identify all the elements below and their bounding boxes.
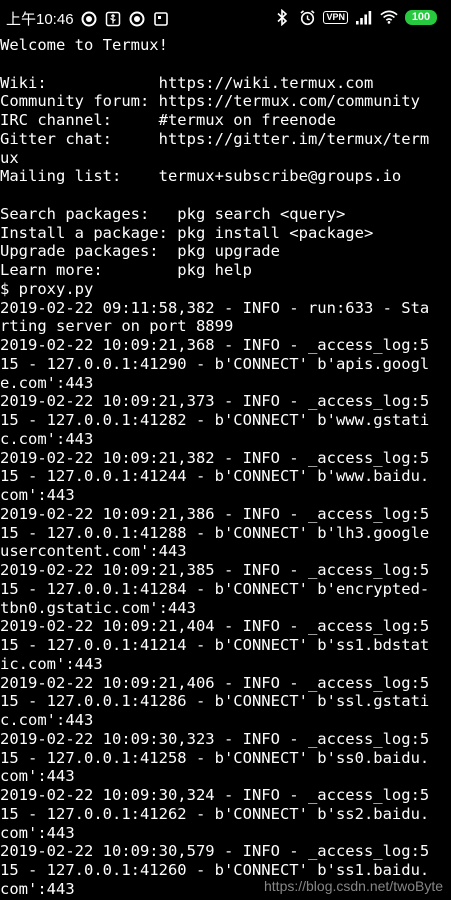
terminal-line: e.com':443: [0, 373, 94, 392]
terminal-line: 2019-02-22 10:09:21,386 - INFO - _access…: [0, 504, 430, 523]
signal-icon: [355, 8, 373, 26]
terminal-line: c.com':443: [0, 711, 94, 729]
terminal-line: 2019-02-22 10:09:30,579 - INFO - _access…: [0, 842, 430, 861]
terminal-line: ic.com':443: [0, 654, 103, 673]
bluetooth-icon: [273, 8, 291, 26]
terminal-line: 15 - 127.0.0.1:41244 - b'CONNECT' b'www.…: [0, 467, 430, 486]
terminal-line: Mailing list: termux+subscribe@groups.io: [0, 167, 402, 186]
screenshot-icon: [152, 10, 170, 28]
alarm-icon: [298, 8, 316, 26]
status-bar-right: VPN 100: [273, 8, 437, 26]
terminal-line: c.com':443: [0, 429, 94, 448]
vpn-icon: VPN: [323, 10, 348, 24]
terminal-line: 2019-02-22 10:09:21,385 - INFO - _access…: [0, 561, 430, 579]
terminal-line: 2019-02-22 10:09:21,406 - INFO - _access…: [0, 673, 430, 692]
record-icon: [128, 10, 146, 28]
terminal-line: Upgrade packages: pkg upgrade: [0, 242, 280, 261]
terminal-line: 15 - 127.0.0.1:41288 - b'CONNECT' b'lh3.…: [0, 523, 430, 542]
terminal-line: Gitter chat: https://gitter.im/termux/te…: [0, 129, 430, 148]
status-bar: 上午10:46 VPN 100: [0, 0, 451, 36]
record-icon: [80, 10, 98, 28]
terminal-line: com':443: [0, 486, 75, 504]
terminal-line: 15 - 127.0.0.1:41262 - b'CONNECT' b'ss2.…: [0, 804, 430, 823]
terminal-line: 2019-02-22 09:11:58,382 - INFO - run:633…: [0, 298, 430, 317]
terminal-line: 15 - 127.0.0.1:41214 - b'CONNECT' b'ss1.…: [0, 636, 430, 654]
terminal-line: usercontent.com':443: [0, 542, 187, 561]
terminal-line: IRC channel: #termux on freenode: [0, 111, 336, 129]
terminal-line: 2019-02-22 10:09:21,373 - INFO - _access…: [0, 392, 430, 411]
watermark-text: https://blog.csdn.net/twoByte: [264, 878, 443, 894]
terminal-line: 2019-02-22 10:09:21,368 - INFO - _access…: [0, 336, 430, 354]
terminal-output[interactable]: Welcome to Termux! Wiki: https://wiki.ter…: [0, 36, 451, 900]
terminal-line: 2019-02-22 10:09:21,382 - INFO - _access…: [0, 448, 430, 467]
terminal-line: tbn0.gstatic.com':443: [0, 598, 196, 617]
terminal-line: Learn more: pkg help: [0, 261, 252, 279]
terminal-line: 15 - 127.0.0.1:41284 - b'CONNECT' b'encr…: [0, 579, 430, 598]
terminal-line: ux: [0, 148, 19, 167]
terminal-line: 15 - 127.0.0.1:41290 - b'CONNECT' b'apis…: [0, 354, 430, 373]
terminal-line: Community forum: https://termux.com/comm…: [0, 92, 420, 111]
terminal-line: Welcome to Termux!: [0, 36, 168, 54]
terminal-line: $ proxy.py: [0, 279, 94, 298]
terminal-line: 15 - 127.0.0.1:41282 - b'CONNECT' b'www.…: [0, 411, 430, 429]
wifi-icon: [380, 8, 398, 26]
terminal-line: com':443: [0, 823, 75, 842]
terminal-line: com':443: [0, 767, 75, 786]
terminal-line: 2019-02-22 10:09:30,324 - INFO - _access…: [0, 786, 430, 804]
terminal-line: Wiki: https://wiki.termux.com: [0, 73, 374, 92]
terminal-line: 15 - 127.0.0.1:41260 - b'CONNECT' b'ss1.…: [0, 861, 430, 879]
status-bar-left: 上午10:46: [6, 8, 170, 29]
usb-icon: [104, 10, 122, 28]
terminal-line: 15 - 127.0.0.1:41286 - b'CONNECT' b'ssl.…: [0, 692, 430, 711]
battery-indicator: 100: [405, 9, 437, 25]
terminal-line: Search packages: pkg search <query>: [0, 204, 346, 223]
terminal-line: 2019-02-22 10:09:21,404 - INFO - _access…: [0, 617, 430, 636]
terminal-line: 2019-02-22 10:09:30,323 - INFO - _access…: [0, 729, 430, 748]
terminal-line: 15 - 127.0.0.1:41258 - b'CONNECT' b'ss0.…: [0, 748, 430, 767]
terminal-line: Install a package: pkg install <package>: [0, 223, 374, 242]
terminal-line: rting server on port 8899: [0, 317, 234, 336]
status-time: 上午10:46: [6, 11, 74, 28]
